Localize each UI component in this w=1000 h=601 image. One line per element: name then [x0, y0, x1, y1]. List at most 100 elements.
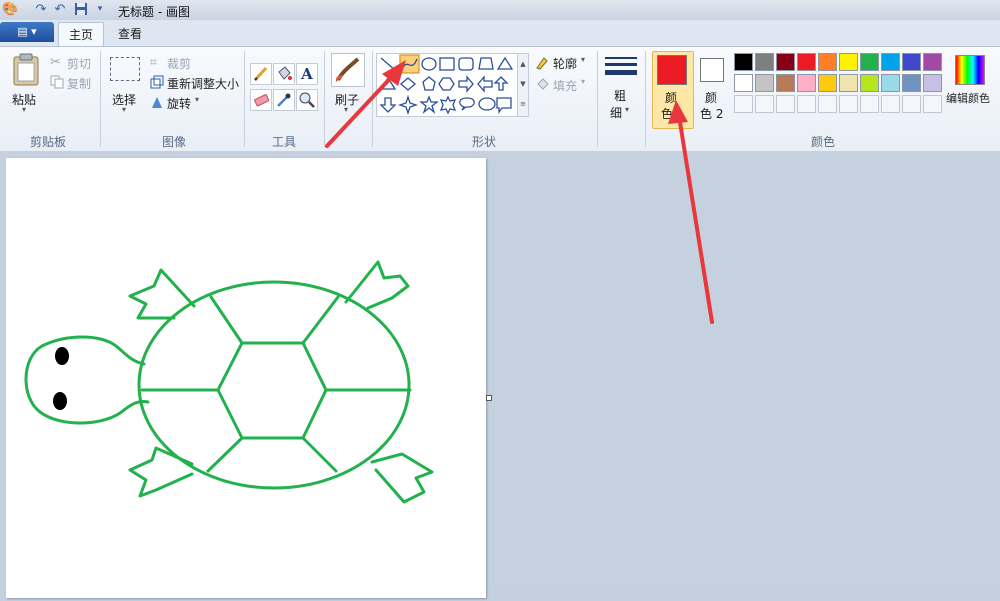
palette-color-swatch[interactable]	[818, 53, 837, 71]
redo-icon[interactable]: ↷	[33, 2, 49, 17]
customize-quick-access-icon[interactable]: ▾	[92, 2, 108, 17]
size-lines-icon[interactable]	[605, 55, 637, 83]
clipboard-group-label: 剪贴板	[30, 135, 67, 149]
turtle-head	[24, 335, 150, 425]
undo-icon[interactable]: ↶	[52, 2, 68, 17]
palette-color-swatch[interactable]	[881, 53, 900, 71]
group-separator	[244, 51, 245, 147]
custom-color-slot[interactable]	[755, 95, 774, 113]
color2-label-line2[interactable]: 色 2	[700, 105, 723, 122]
custom-color-slot[interactable]	[881, 95, 900, 113]
palette-color-swatch[interactable]	[860, 53, 879, 71]
palette-color-swatch[interactable]	[755, 74, 774, 92]
custom-color-slot[interactable]	[902, 95, 921, 113]
color2-label-line1[interactable]: 颜	[705, 89, 717, 106]
custom-color-slot[interactable]	[776, 95, 795, 113]
image-group-label: 图像	[162, 135, 187, 149]
turtle-flipper	[128, 268, 196, 320]
color1-label-line1[interactable]: 颜	[665, 89, 677, 106]
palette-color-swatch[interactable]	[734, 74, 753, 92]
outline-label[interactable]: 轮廓	[553, 55, 577, 72]
palette-color-swatch[interactable]	[776, 74, 795, 92]
color-picker-icon[interactable]	[273, 89, 295, 111]
color1-swatch[interactable]	[657, 55, 687, 85]
rotate-dropdown-icon[interactable]: ▾	[195, 95, 199, 104]
magnifier-icon[interactable]	[296, 89, 318, 111]
save-icon[interactable]	[73, 2, 89, 17]
line-shape-icon	[380, 57, 396, 71]
shell-line	[301, 436, 338, 473]
custom-color-slot[interactable]	[860, 95, 879, 113]
palette-color-swatch[interactable]	[881, 74, 900, 92]
resize-label[interactable]: 重新调整大小	[167, 75, 239, 92]
palette-color-swatch[interactable]	[902, 53, 921, 71]
pencil-icon[interactable]	[250, 63, 272, 85]
color1-label-line2[interactable]: 色	[661, 105, 673, 122]
palette-color-swatch[interactable]	[923, 74, 942, 92]
file-menu-button[interactable]: ▤ ▾	[0, 22, 54, 42]
size-label-line2[interactable]: 细	[610, 104, 622, 121]
rotate-icon[interactable]	[150, 95, 166, 111]
turtle-flipper	[370, 452, 434, 504]
fill-label[interactable]: 填充	[553, 77, 577, 94]
brushes-dropdown-icon[interactable]: ▾	[344, 105, 348, 114]
canvas-workspace	[0, 151, 1000, 598]
window-title: 无标题 - 画图	[118, 5, 190, 19]
fill-bucket-icon[interactable]	[273, 63, 295, 85]
group-separator	[324, 51, 325, 147]
palette-color-swatch[interactable]	[839, 74, 858, 92]
crop-icon[interactable]: ⌗	[150, 55, 166, 71]
edit-colors-icon[interactable]	[955, 55, 985, 85]
group-separator	[372, 51, 373, 147]
paste-icon[interactable]	[12, 53, 40, 90]
select-icon[interactable]	[110, 57, 140, 81]
fill-dropdown-icon[interactable]: ▾	[581, 77, 585, 86]
crop-label[interactable]: 裁剪	[167, 55, 191, 72]
shape-gallery-scroll[interactable]: ▲ ▼ ≡	[517, 53, 529, 117]
palette-color-swatch[interactable]	[797, 74, 816, 92]
shapes-group-label: 形状	[472, 135, 497, 149]
turtle-flipper	[128, 446, 194, 498]
resize-icon[interactable]	[150, 75, 166, 91]
copy-icon[interactable]	[50, 75, 66, 91]
turtle-drawing	[24, 260, 434, 504]
fill-icon[interactable]	[535, 77, 551, 93]
custom-color-slot[interactable]	[839, 95, 858, 113]
brush-icon[interactable]	[331, 53, 365, 87]
custom-color-slot[interactable]	[923, 95, 942, 113]
outline-icon[interactable]	[535, 55, 551, 71]
cut-icon[interactable]: ✂	[50, 55, 66, 71]
tab-view[interactable]: 查看	[112, 22, 148, 46]
tab-home[interactable]: 主页	[58, 22, 104, 47]
palette-color-swatch[interactable]	[818, 74, 837, 92]
outline-dropdown-icon[interactable]: ▾	[581, 55, 585, 64]
drawing-canvas[interactable]	[6, 158, 486, 598]
size-dropdown-icon[interactable]: ▾	[625, 105, 629, 114]
canvas-resize-handle[interactable]	[486, 395, 492, 401]
palette-color-swatch[interactable]	[776, 53, 795, 71]
custom-color-slot[interactable]	[797, 95, 816, 113]
palette-color-swatch[interactable]	[839, 53, 858, 71]
colors-group-label: 颜色	[811, 135, 836, 149]
paint-app-icon: 🎨	[2, 2, 19, 17]
palette-color-swatch[interactable]	[755, 53, 774, 71]
copy-label[interactable]: 复制	[67, 75, 91, 92]
palette-color-swatch[interactable]	[902, 74, 921, 92]
palette-color-swatch[interactable]	[923, 53, 942, 71]
palette-color-swatch[interactable]	[860, 74, 879, 92]
palette-color-swatch[interactable]	[797, 53, 816, 71]
select-dropdown-icon[interactable]: ▾	[122, 105, 126, 114]
palette-color-swatch[interactable]	[734, 53, 753, 71]
group-separator	[597, 51, 598, 147]
title-bar: 🎨 ↷ ↶ ▾ 无标题 - 画图	[0, 0, 1000, 21]
size-label-line1[interactable]: 粗	[614, 87, 626, 104]
paste-dropdown-icon[interactable]: ▾	[22, 105, 26, 114]
text-tool-icon[interactable]: A	[296, 63, 318, 85]
eraser-icon[interactable]	[250, 89, 272, 111]
custom-color-slot[interactable]	[734, 95, 753, 113]
rotate-label[interactable]: 旋转	[167, 95, 191, 112]
edit-colors-label[interactable]: 编辑颜色	[946, 90, 990, 106]
color2-swatch[interactable]	[700, 58, 724, 82]
cut-label[interactable]: 剪切	[67, 55, 91, 72]
custom-color-slot[interactable]	[818, 95, 837, 113]
